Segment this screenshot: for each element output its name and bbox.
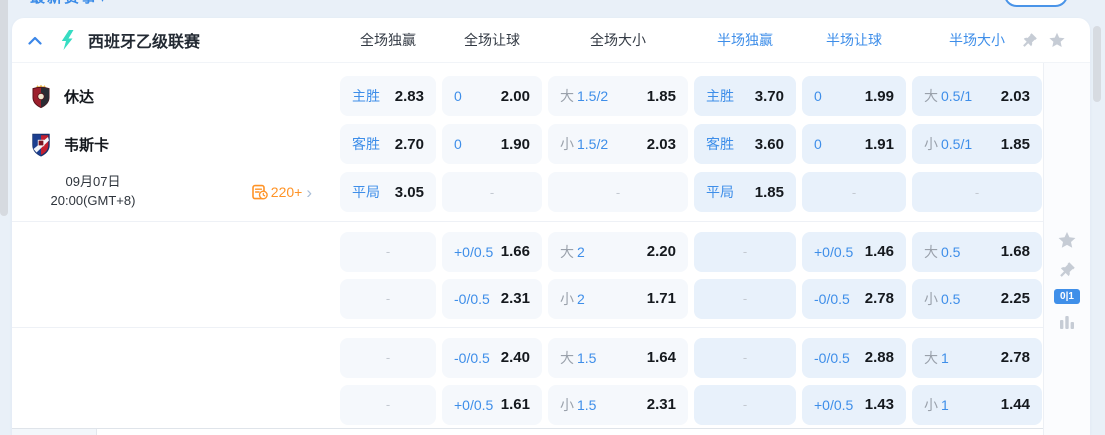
caret-down-icon: ▾ (100, 0, 105, 5)
next-row-info-cell (12, 429, 97, 435)
alt-markets-section-1: - +0/0.5 1.66 大 2 2.20- +0/0.5 1.46 大 0.5 1.68- -0/… (12, 222, 1043, 327)
team-row-away: 韦斯卡 (12, 120, 334, 168)
next-row-partial (12, 428, 1043, 435)
odds-cell[interactable]: 小 2 1.71 (548, 278, 688, 319)
odds-cell-empty: - (340, 231, 436, 272)
markets-list-icon (251, 184, 268, 200)
odds-cell-empty: - (548, 172, 688, 212)
odds-row: 休达 主胜 2.83 0 2.00 大 1.5/2 1.85 主胜 3.70 0 1.99 大 0.5/1… (12, 72, 1043, 120)
odds-cell[interactable]: 大 0.5 1.68 (912, 231, 1042, 272)
odds-cell[interactable]: 平局 3.05 (340, 172, 436, 212)
odds-cell[interactable]: +0/0.5 1.66 (442, 231, 542, 272)
favorite-star-icon[interactable] (1048, 32, 1066, 49)
odds-row: - -0/0.5 2.40 大 1.5 1.64- -0/0.5 2.88 大 1 2.78 (12, 334, 1043, 381)
odds-cell-empty: - (694, 231, 796, 272)
column-header-ft-handicap[interactable]: 全场让球 (442, 30, 542, 50)
odds-cell[interactable]: +0/0.5 1.46 (802, 231, 906, 272)
odds-cell-empty: - (694, 337, 796, 378)
right-scrollbar-thumb[interactable] (1093, 26, 1101, 102)
match-datetime: 09月07日 20:00(GMT+8) (50, 174, 136, 208)
match-tools-rail: 0|1 (1043, 63, 1090, 435)
team-row-home: 休达 (12, 72, 334, 120)
odds-cell[interactable]: 大 1.5/2 1.85 (548, 76, 688, 116)
odds-cell-empty: - (694, 384, 796, 425)
odds-cell[interactable]: 客胜 3.60 (694, 124, 796, 164)
league-header: 西班牙乙级联赛 全场独赢 全场让球 全场大小 半场独赢 半场让球 半场大小 (12, 18, 1090, 63)
odds-cell-empty: - (802, 172, 906, 212)
odds-cell[interactable]: 0 1.99 (802, 76, 906, 116)
odds-cell[interactable]: 0 1.90 (442, 124, 542, 164)
odds-cell-empty: - (340, 337, 436, 378)
odds-grid: 休达 主胜 2.83 0 2.00 大 1.5/2 1.85 主胜 3.70 0 1.99 大 0.5/1… (12, 63, 1043, 435)
odds-cell[interactable]: -0/0.5 2.78 (802, 278, 906, 319)
match-star-icon[interactable] (1057, 231, 1077, 250)
alt-markets-section-2: - -0/0.5 2.40 大 1.5 1.64- -0/0.5 2.88 大 1 2.78- +0/… (12, 328, 1043, 433)
match-pin-icon[interactable] (1059, 261, 1076, 278)
column-header-ht-handicap[interactable]: 半场让球 (802, 30, 906, 50)
pin-icon[interactable] (1022, 32, 1038, 48)
odds-row: - +0/0.5 1.66 大 2 2.20- +0/0.5 1.46 大 0.5 1.68 (12, 228, 1043, 275)
clipped-pill-button[interactable] (1004, 0, 1068, 7)
league-odds-card: 西班牙乙级联赛 全场独赢 全场让球 全场大小 半场独赢 半场让球 半场大小 休达… (12, 18, 1090, 435)
odds-cell-empty: - (912, 172, 1042, 212)
league-filter-dropdown[interactable]: 最新赛事▾ (30, 0, 105, 7)
column-header-ft-overunder[interactable]: 全场大小 (548, 30, 688, 50)
odds-cell[interactable]: 小 1 1.44 (912, 384, 1042, 425)
odds-row: - +0/0.5 1.61 小 1.5 2.31- +0/0.5 1.43 小 1 1.44 (12, 381, 1043, 428)
odds-cell[interactable]: 大 2 2.20 (548, 231, 688, 272)
match-main-markets-section: 休达 主胜 2.83 0 2.00 大 1.5/2 1.85 主胜 3.70 0 1.99 大 0.5/1… (12, 63, 1043, 221)
column-header-ft-1x2[interactable]: 全场独赢 (340, 30, 436, 50)
odds-cell[interactable]: 主胜 3.70 (694, 76, 796, 116)
column-header-ht-1x2[interactable]: 半场独赢 (694, 30, 796, 50)
match-meta-row: 09月07日 20:00(GMT+8) 220+ › (12, 168, 334, 216)
odds-cell[interactable]: 客胜 2.70 (340, 124, 436, 164)
odds-cell[interactable]: 小 1.5/2 2.03 (548, 124, 688, 164)
odds-cell[interactable]: 主胜 2.83 (340, 76, 436, 116)
league-header-left: 西班牙乙级联赛 (12, 28, 334, 52)
more-markets-link[interactable]: 220+ › (251, 182, 312, 202)
home-team-name: 休达 (64, 88, 95, 106)
odds-cell[interactable]: -0/0.5 2.31 (442, 278, 542, 319)
odds-cell[interactable]: 小 0.5 2.25 (912, 278, 1042, 319)
next-row-body (97, 429, 1043, 435)
odds-cell[interactable]: 0 1.91 (802, 124, 906, 164)
chevron-right-icon: › (306, 182, 312, 202)
team-crest-away (32, 133, 50, 157)
collapse-chevron-up-icon[interactable] (28, 36, 42, 45)
markets-count: 220+ (270, 184, 303, 200)
away-team-name: 韦斯卡 (64, 136, 110, 154)
odds-cell-empty: - (442, 172, 542, 212)
odds-cell-empty: - (340, 278, 436, 319)
odds-cell[interactable]: 大 0.5/1 2.03 (912, 76, 1042, 116)
odds-cell[interactable]: +0/0.5 1.61 (442, 384, 542, 425)
odds-format-toggle[interactable]: 0|1 (1054, 289, 1080, 304)
league-title: 西班牙乙级联赛 (88, 34, 201, 51)
odds-cell[interactable]: 小 0.5/1 1.85 (912, 124, 1042, 164)
odds-cell[interactable]: -0/0.5 2.88 (802, 337, 906, 378)
odds-row: 09月07日 20:00(GMT+8) 220+ › 平局 3.05- - 平局 1.85- - (12, 168, 1043, 216)
odds-cell[interactable]: 大 1.5 1.64 (548, 337, 688, 378)
odds-cell-empty: - (340, 384, 436, 425)
odds-cell[interactable]: 平局 1.85 (694, 172, 796, 212)
team-crest-home (32, 84, 50, 108)
odds-cell[interactable]: +0/0.5 1.43 (802, 384, 906, 425)
odds-cell[interactable]: 小 1.5 2.31 (548, 384, 688, 425)
odds-cell[interactable]: 0 2.00 (442, 76, 542, 116)
stats-bars-icon[interactable] (1059, 315, 1075, 329)
odds-cell[interactable]: 大 1 2.78 (912, 337, 1042, 378)
laliga-logo-icon (59, 30, 76, 50)
left-scrollbar-thumb[interactable] (0, 0, 8, 216)
odds-row: - -0/0.5 2.31 小 2 1.71- -0/0.5 2.78 小 0.5 2.25 (12, 275, 1043, 322)
odds-row: 韦斯卡 客胜 2.70 0 1.90 小 1.5/2 2.03 客胜 3.60 0 1.91 小 0.5/… (12, 120, 1043, 168)
odds-cell[interactable]: -0/0.5 2.40 (442, 337, 542, 378)
odds-cell-empty: - (694, 278, 796, 319)
